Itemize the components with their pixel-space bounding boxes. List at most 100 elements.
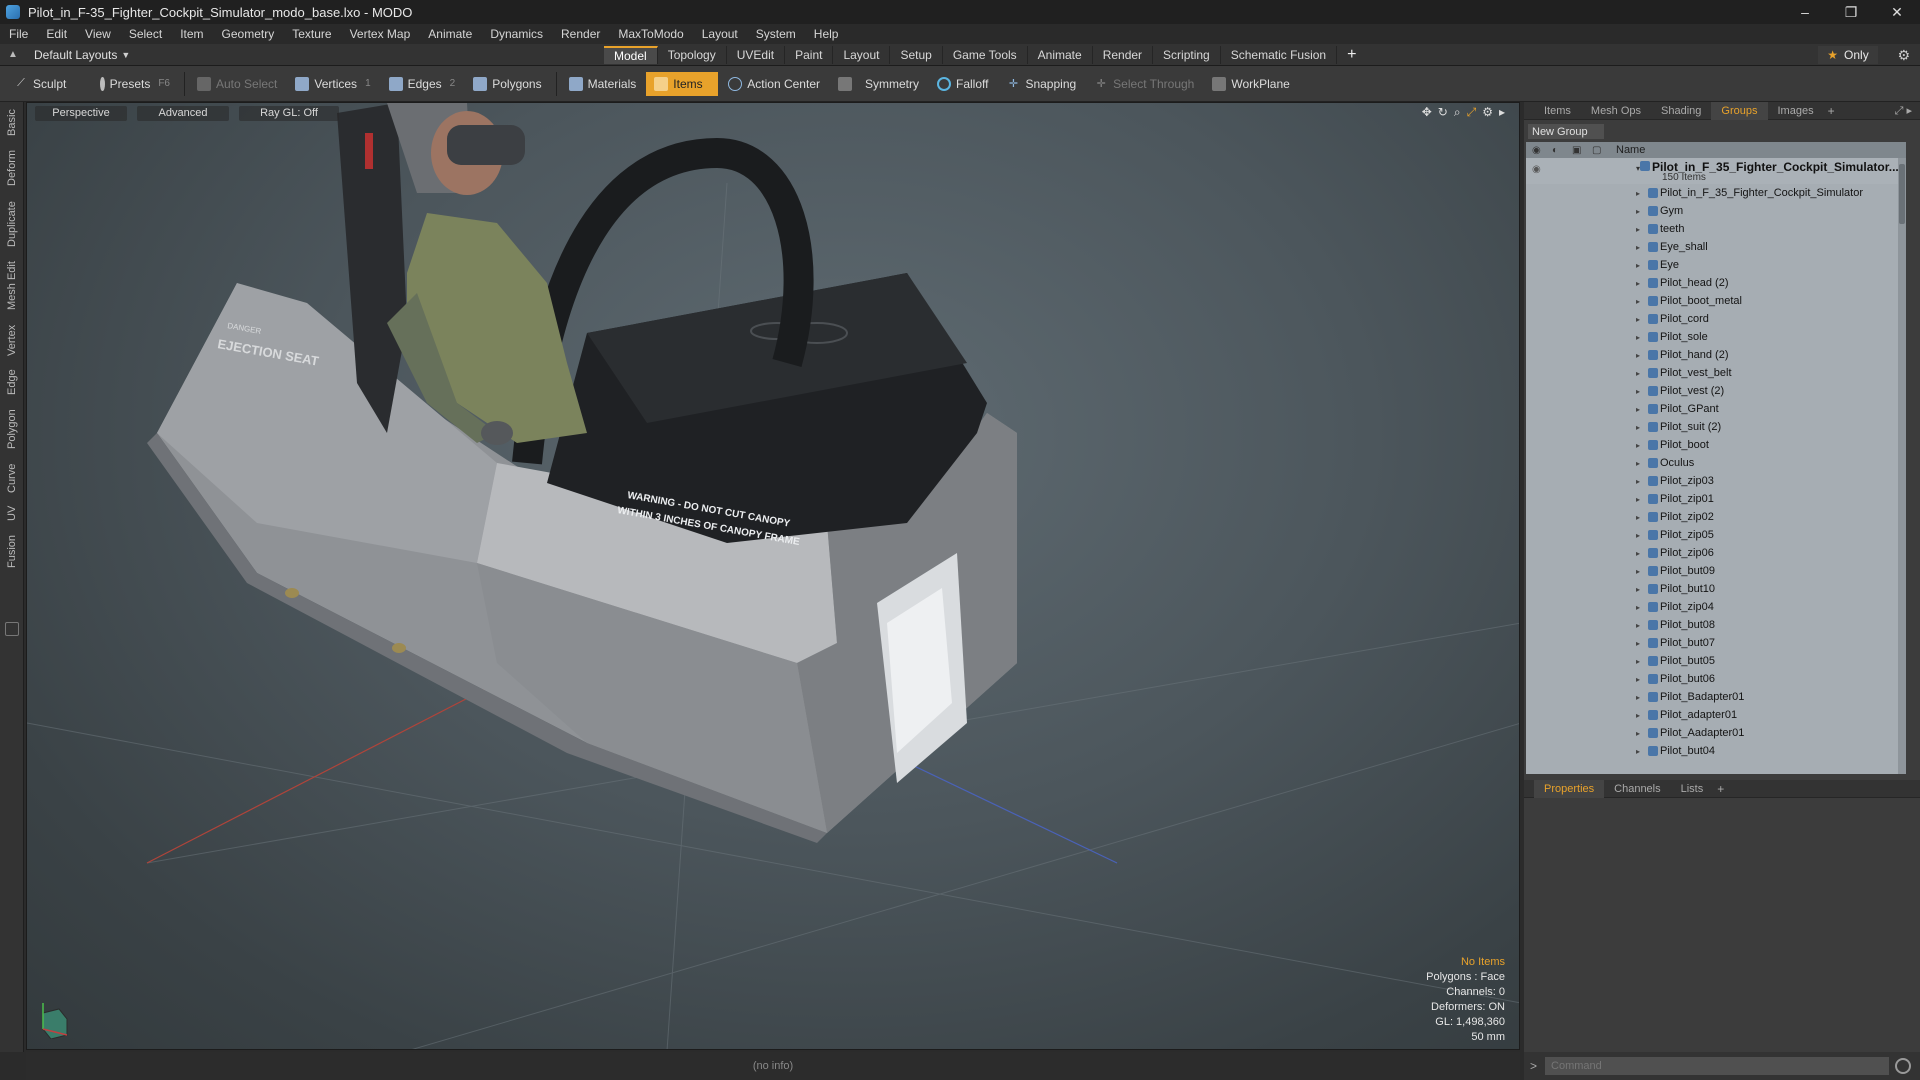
tree-item[interactable]: ▸ Pilot_zip03	[1526, 472, 1906, 490]
fit-view-icon[interactable]: ⤢	[1467, 105, 1477, 120]
lock-column-icon[interactable]: ▣	[1572, 145, 1592, 156]
visibility-column-icon[interactable]: ◉	[1532, 145, 1552, 156]
tab-game-tools[interactable]: Game Tools	[943, 46, 1028, 64]
tree-item[interactable]: ▸ Pilot_sole	[1526, 328, 1906, 346]
tab-items[interactable]: Items	[1534, 102, 1581, 120]
tab-topology[interactable]: Topology	[658, 46, 727, 64]
expand-arrow-icon[interactable]: ▸	[1636, 513, 1640, 522]
tab-channels[interactable]: Channels	[1604, 780, 1670, 798]
tree-item[interactable]: ▸ Pilot_vest_belt	[1526, 364, 1906, 382]
action-center-button[interactable]: Action Center	[720, 72, 828, 96]
expand-arrow-icon[interactable]: ▸	[1636, 279, 1640, 288]
panel-toggle-icon[interactable]	[5, 622, 19, 636]
expand-arrow-icon[interactable]: ▸	[1636, 315, 1640, 324]
lefttab-deform[interactable]: Deform	[0, 146, 24, 190]
menu-geometry[interactable]: Geometry	[213, 27, 284, 41]
tree-item[interactable]: ▸ Pilot_boot_metal	[1526, 292, 1906, 310]
menu-select[interactable]: Select	[120, 27, 171, 41]
tree-item[interactable]: ▸ Pilot_adapter01	[1526, 706, 1906, 724]
tree-item[interactable]: ▸ Pilot_boot	[1526, 436, 1906, 454]
tree-item[interactable]: ▸ Gym	[1526, 202, 1906, 220]
menu-dynamics[interactable]: Dynamics	[481, 27, 552, 41]
tree-item[interactable]: ▸ Pilot_Badapter01	[1526, 688, 1906, 706]
tab-mesh-ops[interactable]: Mesh Ops	[1581, 102, 1651, 120]
tree-item[interactable]: ▸ Pilot_Aadapter01	[1526, 724, 1906, 742]
tree-item[interactable]: ▸ Pilot_hand (2)	[1526, 346, 1906, 364]
tree-item[interactable]: ▸ Eye	[1526, 256, 1906, 274]
menu-help[interactable]: Help	[805, 27, 848, 41]
viewport-gear-icon[interactable]: ⚙	[1482, 105, 1493, 120]
workplane-button[interactable]: WorkPlane	[1204, 72, 1297, 96]
menu-texture[interactable]: Texture	[283, 27, 340, 41]
tree-item[interactable]: ▸ Pilot_but10	[1526, 580, 1906, 598]
add-properties-tab-icon[interactable]: +	[1717, 782, 1724, 796]
raygl-toggle[interactable]: Ray GL: Off	[239, 105, 339, 121]
tree-item[interactable]: ▸ Pilot_zip05	[1526, 526, 1906, 544]
lefttab-duplicate[interactable]: Duplicate	[0, 196, 24, 252]
lefttab-polygon[interactable]: Polygon	[0, 404, 24, 454]
lefttab-mesh-edit[interactable]: Mesh Edit	[0, 258, 24, 314]
expand-arrow-icon[interactable]: ▸	[1636, 459, 1640, 468]
presets-button[interactable]: Presets F6	[92, 72, 178, 96]
expand-arrow-icon[interactable]: ▸	[1636, 423, 1640, 432]
lefttab-uv[interactable]: UV	[0, 502, 24, 524]
expand-arrow-icon[interactable]: ▸	[1636, 549, 1640, 558]
edges-button[interactable]: Edges 2	[381, 72, 464, 96]
vertices-button[interactable]: Vertices 1	[287, 72, 378, 96]
tab-paint[interactable]: Paint	[785, 46, 834, 64]
polygons-button[interactable]: Polygons	[465, 72, 549, 96]
tab-render[interactable]: Render	[1093, 46, 1154, 64]
expand-arrow-icon[interactable]: ▸	[1636, 441, 1640, 450]
tree-item[interactable]: ▸ Pilot_vest (2)	[1526, 382, 1906, 400]
expand-arrow-icon[interactable]: ▸	[1636, 405, 1640, 414]
select-through-button[interactable]: ✛ Select Through	[1086, 72, 1202, 96]
close-button[interactable]: ✕	[1874, 0, 1920, 24]
tree-item[interactable]: ▸ Pilot_zip06	[1526, 544, 1906, 562]
view-perspective-button[interactable]: Perspective	[35, 105, 127, 121]
tab-shading[interactable]: Shading	[1651, 102, 1711, 120]
lefttab-fusion[interactable]: Fusion	[0, 530, 24, 572]
expand-arrow-icon[interactable]: ▸	[1636, 225, 1640, 234]
expand-arrow-icon[interactable]: ▸	[1636, 621, 1640, 630]
tree-item[interactable]: ▸ Pilot_zip02	[1526, 508, 1906, 526]
add-tab-icon[interactable]: +	[1347, 46, 1356, 64]
tree-item[interactable]: ▸ Pilot_in_F_35_Fighter_Cockpit_Simulator	[1526, 184, 1906, 202]
sculpt-button[interactable]: ⟋ Sculpt	[6, 72, 90, 96]
tree-item[interactable]: ▸ Pilot_zip01	[1526, 490, 1906, 508]
tab-uvedit[interactable]: UVEdit	[727, 46, 786, 64]
tree-item[interactable]: ▸ Pilot_GPant	[1526, 400, 1906, 418]
root-eye-icon[interactable]: ◉	[1532, 164, 1541, 175]
snapping-button[interactable]: ✛ Snapping	[998, 72, 1084, 96]
items-button[interactable]: Items	[646, 71, 719, 96]
menu-layout[interactable]: Layout	[693, 27, 747, 41]
expand-arrow-icon[interactable]: ▸	[1636, 567, 1640, 576]
expand-arrow-icon[interactable]: ▸	[1636, 261, 1640, 270]
expand-arrow-icon[interactable]: ▸	[1636, 603, 1640, 612]
expand-arrow-icon[interactable]: ▸	[1636, 243, 1640, 252]
tree-item[interactable]: ▸ Pilot_zip04	[1526, 598, 1906, 616]
menu-file[interactable]: File	[0, 27, 37, 41]
falloff-button[interactable]: Falloff	[929, 72, 996, 96]
expand-arrow-icon[interactable]: ▸	[1636, 207, 1640, 216]
expand-arrow-icon[interactable]: ▸	[1636, 639, 1640, 648]
tree-root-group[interactable]: ◉ ▾ Pilot_in_F_35_Fighter_Cockpit_Simula…	[1526, 158, 1906, 184]
tree-item[interactable]: ▸ Pilot_but04	[1526, 742, 1906, 760]
expand-arrow-icon[interactable]: ▸	[1636, 333, 1640, 342]
tab-images[interactable]: Images	[1768, 102, 1824, 120]
expand-panel-icon[interactable]: ⤢ ▸	[1895, 104, 1912, 118]
tree-item[interactable]: ▸ Eye_shall	[1526, 238, 1906, 256]
tree-item[interactable]: ▸ Pilot_but08	[1526, 616, 1906, 634]
expand-arrow-icon[interactable]: ▸	[1636, 351, 1640, 360]
expand-arrow-icon[interactable]: ▸	[1636, 387, 1640, 396]
menu-edit[interactable]: Edit	[37, 27, 76, 41]
command-input[interactable]	[1545, 1057, 1890, 1075]
rotate-view-icon[interactable]: ↻	[1438, 105, 1448, 120]
tree-item[interactable]: ▸ Pilot_but06	[1526, 670, 1906, 688]
shading-advanced-button[interactable]: Advanced	[137, 105, 229, 121]
only-toggle[interactable]: ★ Only	[1818, 46, 1878, 64]
expand-arrow-icon[interactable]: ▸	[1636, 675, 1640, 684]
tab-animate[interactable]: Animate	[1028, 46, 1093, 64]
menu-item[interactable]: Item	[171, 27, 212, 41]
tree-item[interactable]: ▸ Pilot_head (2)	[1526, 274, 1906, 292]
expand-arrow-icon[interactable]: ▸	[1636, 531, 1640, 540]
